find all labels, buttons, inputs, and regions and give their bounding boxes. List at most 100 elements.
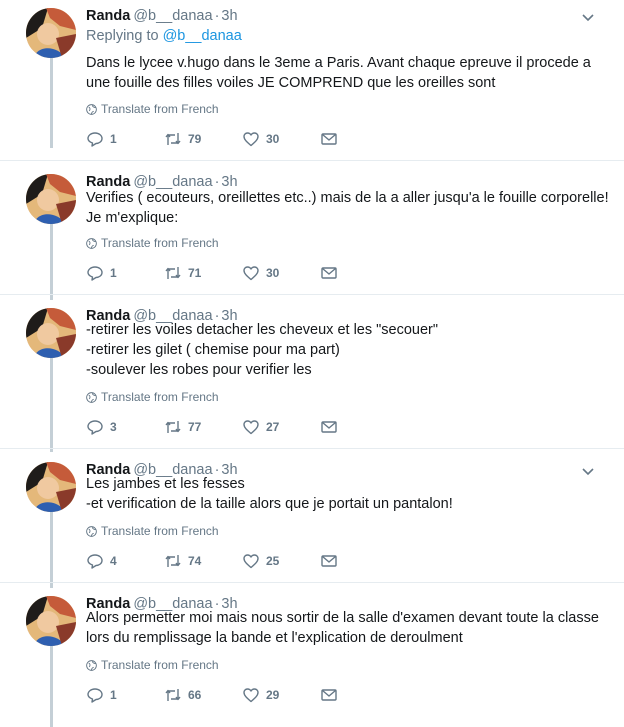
tweet-text: Alors permetter moi mais nous sortir de … <box>86 608 606 648</box>
tweet[interactable]: Randa @b__danaa · 3h Alors permetter moi ma… <box>0 588 624 727</box>
direct-message-icon <box>321 133 337 145</box>
like-count: 30 <box>266 132 280 146</box>
tweet-divider <box>0 582 624 583</box>
retweet-icon <box>165 689 181 701</box>
globe-icon <box>86 237 97 249</box>
tweet[interactable]: Randa @b__danaa · 3h Replying to @b__danaa … <box>0 0 624 148</box>
direct-message-icon <box>321 421 337 433</box>
thread-line <box>50 646 53 727</box>
retweet-button[interactable]: 77 <box>164 418 242 436</box>
tweet-text-line: Alors permetter moi mais nous sortir de … <box>86 610 599 626</box>
tweet-divider <box>0 448 624 449</box>
tweet-divider <box>0 294 624 295</box>
translate-label: Translate from French <box>101 390 219 404</box>
direct-message-icon <box>321 267 337 279</box>
display-name[interactable]: Randa <box>86 8 130 24</box>
reply-button[interactable]: 4 <box>86 552 164 570</box>
translate-link[interactable]: Translate from French <box>86 236 219 250</box>
direct-message-button[interactable] <box>320 552 398 570</box>
tweet-text-line: Je m'explique: <box>86 210 179 226</box>
replying-to-link[interactable]: @b__danaa <box>163 28 242 44</box>
translate-link[interactable]: Translate from French <box>86 658 219 672</box>
avatar[interactable] <box>26 308 76 358</box>
retweet-button[interactable]: 66 <box>164 686 242 704</box>
globe-icon <box>86 103 97 115</box>
tweet-text-line: -retirer les voiles detacher les cheveux… <box>86 322 439 338</box>
retweet-count: 74 <box>188 554 202 568</box>
like-icon <box>243 132 259 147</box>
like-button[interactable]: 27 <box>242 418 320 436</box>
translate-link[interactable]: Translate from French <box>86 102 219 116</box>
reply-count: 4 <box>110 554 117 568</box>
like-button[interactable]: 29 <box>242 686 320 704</box>
like-button[interactable]: 30 <box>242 130 320 148</box>
translate-link[interactable]: Translate from French <box>86 390 219 404</box>
thread-line <box>50 58 53 148</box>
thread-line <box>50 512 53 588</box>
retweet-count: 77 <box>188 420 202 434</box>
retweet-icon <box>165 267 181 279</box>
avatar[interactable] <box>26 462 76 512</box>
retweet-count: 66 <box>188 688 202 702</box>
tweet-text-line: Verifies ( ecouteurs, oreillettes etc..)… <box>86 190 609 206</box>
like-button[interactable]: 30 <box>242 264 320 282</box>
tweet-actions: 1 66 29 <box>86 686 398 704</box>
avatar[interactable] <box>26 596 76 646</box>
tweet-text-line: lors du remplissage la bande et l'explic… <box>86 630 463 646</box>
like-icon <box>243 688 259 703</box>
retweet-icon <box>165 555 181 567</box>
reply-button[interactable]: 1 <box>86 264 164 282</box>
reply-icon <box>87 266 103 281</box>
tweet-actions: 1 71 30 <box>86 264 398 282</box>
translate-label: Translate from French <box>101 524 219 538</box>
tweet-text-line: -et verification de la taille alors que … <box>86 496 453 512</box>
globe-icon <box>86 525 97 537</box>
reply-icon <box>87 420 103 435</box>
retweet-button[interactable]: 71 <box>164 264 242 282</box>
tweet[interactable]: Randa @b__danaa · 3h Verifies ( ecouteurs, … <box>0 166 624 300</box>
reply-count: 1 <box>110 266 117 280</box>
tweet-text: Dans le lycee v.hugo dans le 3eme a Pari… <box>86 53 606 93</box>
thread-line <box>50 358 53 452</box>
translate-label: Translate from French <box>101 236 219 250</box>
direct-message-button[interactable] <box>320 686 398 704</box>
reply-icon <box>87 132 103 147</box>
retweet-count: 71 <box>188 266 202 280</box>
tweet[interactable]: Randa @b__danaa · 3h Les jambes et les fess… <box>0 454 624 588</box>
reply-button[interactable]: 3 <box>86 418 164 436</box>
tweet-actions: 1 79 30 <box>86 130 398 148</box>
avatar[interactable] <box>26 8 76 58</box>
tweet-text-line: Les jambes et les fesses <box>86 476 245 492</box>
tweet-header: Randa @b__danaa · 3h <box>86 6 238 26</box>
translate-link[interactable]: Translate from French <box>86 524 219 538</box>
retweet-button[interactable]: 79 <box>164 130 242 148</box>
reply-count: 1 <box>110 688 117 702</box>
globe-icon <box>86 391 97 403</box>
like-icon <box>243 420 259 435</box>
reply-button[interactable]: 1 <box>86 130 164 148</box>
direct-message-button[interactable] <box>320 130 398 148</box>
tweet-text-line: Dans le lycee v.hugo dans le 3eme a Pari… <box>86 55 591 71</box>
replying-prefix: Replying to <box>86 28 163 44</box>
reply-icon <box>87 554 103 569</box>
tweet-text: Verifies ( ecouteurs, oreillettes etc..)… <box>86 188 609 228</box>
retweet-icon <box>165 133 181 145</box>
separator-dot: · <box>214 8 220 24</box>
direct-message-icon <box>321 555 337 567</box>
reply-count: 1 <box>110 132 117 146</box>
tweet-actions: 4 74 25 <box>86 552 398 570</box>
like-button[interactable]: 25 <box>242 552 320 570</box>
retweet-button[interactable]: 74 <box>164 552 242 570</box>
chevron-down-icon[interactable] <box>580 9 596 25</box>
reply-button[interactable]: 1 <box>86 686 164 704</box>
direct-message-button[interactable] <box>320 418 398 436</box>
avatar[interactable] <box>26 174 76 224</box>
retweet-icon <box>165 421 181 433</box>
tweet[interactable]: Randa @b__danaa · 3h -retirer les voiles de… <box>0 300 624 452</box>
user-handle[interactable]: @b__danaa <box>133 8 212 24</box>
tweet-divider <box>0 160 624 161</box>
timestamp[interactable]: 3h <box>221 8 237 24</box>
like-icon <box>243 266 259 281</box>
direct-message-button[interactable] <box>320 264 398 282</box>
tweet-text-line: une fouille des filles voiles JE COMPREN… <box>86 75 496 91</box>
